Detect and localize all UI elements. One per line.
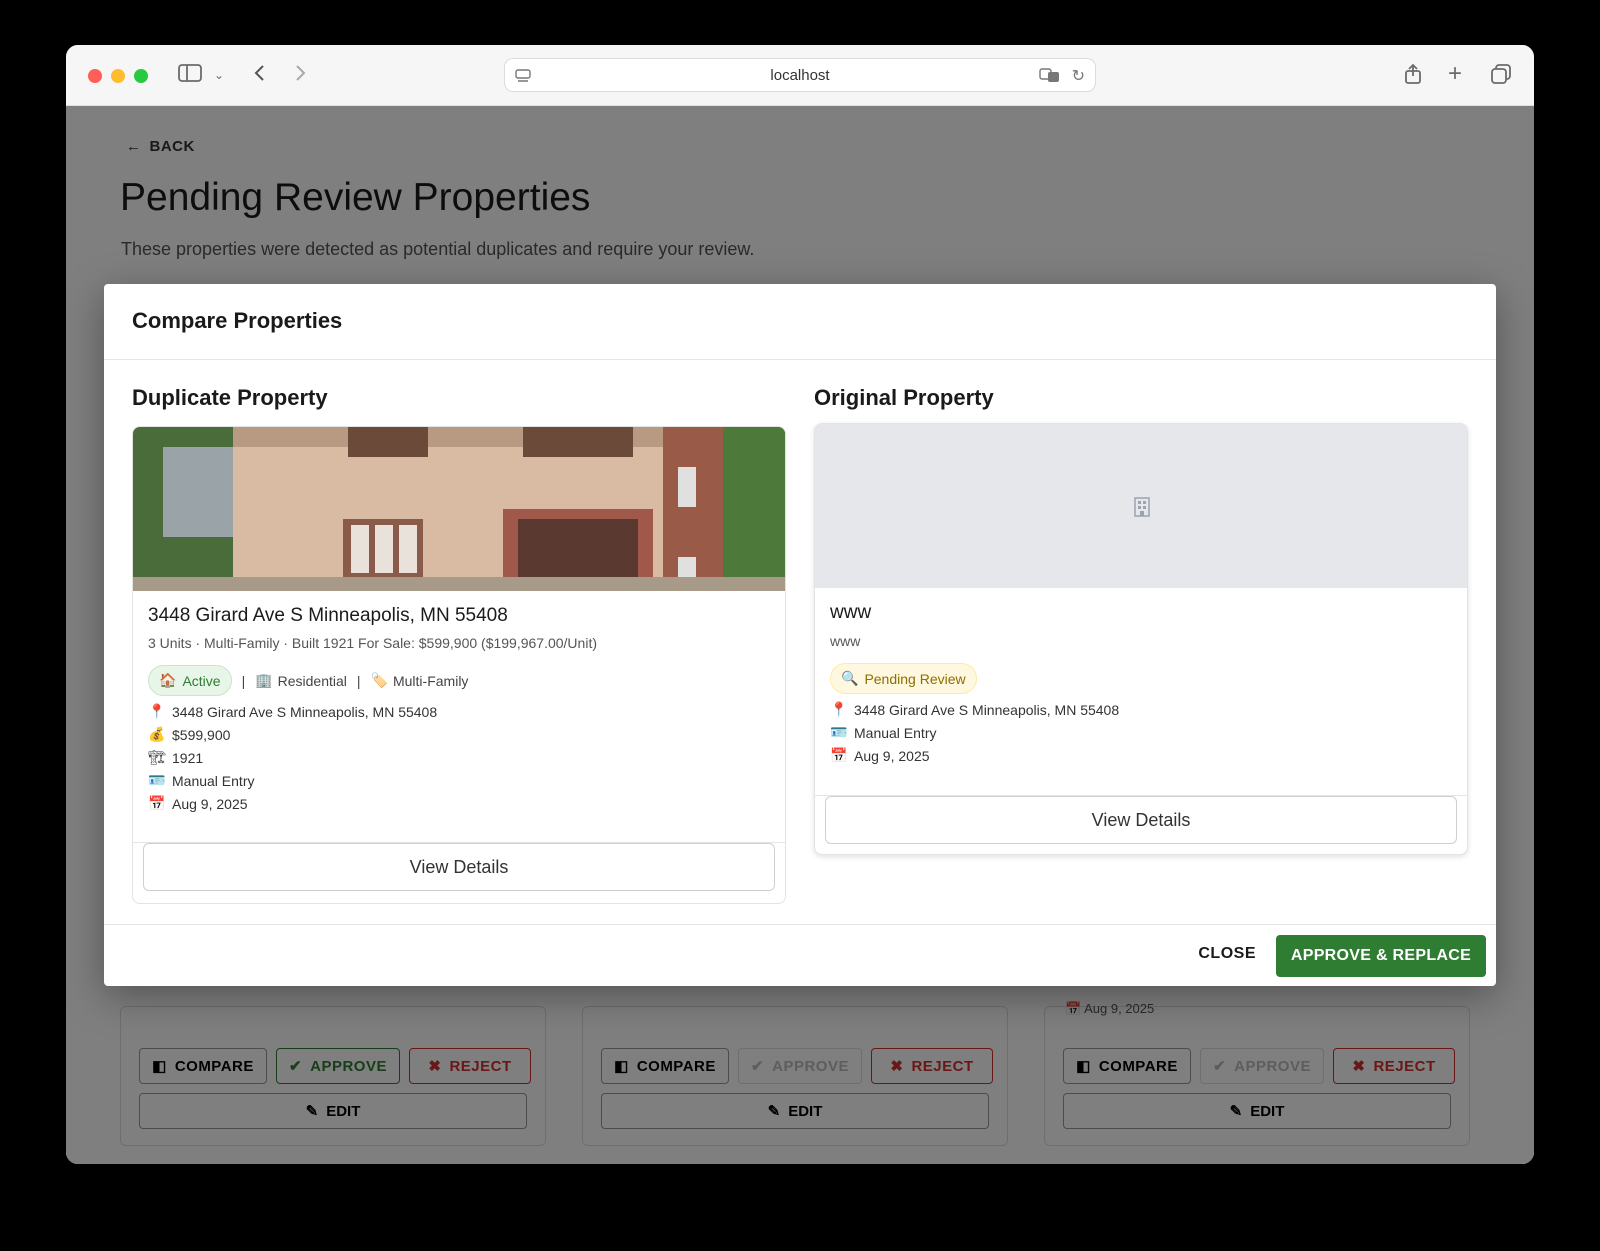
status-label: Pending Review: [864, 670, 966, 687]
property-meta: www: [830, 633, 861, 649]
building-icon: 🏢: [255, 672, 273, 688]
pin-icon: 📍: [830, 701, 848, 717]
address-value: 3448 Girard Ave S Minneapolis, MN 55408: [172, 703, 438, 720]
property-photo: [133, 427, 785, 591]
address-row: 📍 3448 Girard Ave S Minneapolis, MN 55408: [830, 701, 1119, 718]
compare-modal: Compare Properties Duplicate Property 34…: [104, 284, 1496, 986]
view-details-button[interactable]: View Details: [825, 796, 1457, 844]
type-tag: 🏷️ Multi-Family: [371, 672, 469, 689]
modal-header: Compare Properties: [104, 284, 1496, 360]
property-tags: 🔍 Pending Review: [830, 663, 977, 694]
tag-separator: |: [241, 672, 246, 689]
price-row: 💰 $599,900: [148, 726, 230, 743]
date-row: 📅 Aug 9, 2025: [830, 747, 930, 764]
zoom-window-button[interactable]: [134, 69, 148, 83]
property-name: 3448 Girard Ave S Minneapolis, MN 55408: [148, 605, 508, 626]
close-window-button[interactable]: [88, 69, 102, 83]
source-row: 🪪 Manual Entry: [830, 724, 936, 741]
duplicate-property-card: 3448 Girard Ave S Minneapolis, MN 55408 …: [132, 426, 786, 904]
category-label: Residential: [277, 672, 347, 689]
property-meta: 3 Units · Multi-Family · Built 1921 For …: [148, 635, 597, 651]
calendar-icon: 📅: [148, 795, 166, 811]
status-badge: 🏠 Active: [148, 665, 232, 696]
building-placeholder-icon: [1132, 496, 1152, 523]
minimize-window-button[interactable]: [111, 69, 125, 83]
date-row: 📅 Aug 9, 2025: [148, 795, 248, 812]
share-icon[interactable]: [1404, 63, 1422, 91]
type-label: Multi-Family: [392, 672, 469, 689]
close-button[interactable]: CLOSE: [1198, 945, 1256, 963]
status-badge: 🔍 Pending Review: [830, 663, 977, 694]
property-tags: 🏠 Active | 🏢 Residential | 🏷️ Multi-Family: [148, 665, 468, 696]
reload-icon[interactable]: ↻: [1072, 66, 1085, 86]
card-actions: View Details: [815, 795, 1467, 854]
tag-separator: |: [356, 672, 361, 689]
id-card-icon: 🪪: [148, 772, 166, 788]
view-details-button[interactable]: View Details: [143, 843, 775, 891]
original-property-card: www www 🔍 Pending Review 📍 3448 Girard Ave…: [814, 423, 1468, 855]
year-row: 🏗 1921: [148, 749, 203, 766]
money-bag-icon: 💰: [148, 726, 166, 742]
modal-footer: CLOSE APPROVE & REPLACE: [104, 924, 1496, 986]
calendar-icon: 📅: [830, 747, 848, 763]
chevron-down-icon[interactable]: ⌄: [214, 63, 224, 87]
approve-replace-button[interactable]: APPROVE & REPLACE: [1276, 935, 1486, 977]
back-nav-icon[interactable]: [252, 63, 266, 89]
source-row: 🪪 Manual Entry: [148, 772, 254, 789]
modal-title: Compare Properties: [132, 308, 343, 333]
duplicate-heading: Duplicate Property: [132, 385, 328, 410]
url-text: localhost: [770, 67, 830, 84]
address-bar[interactable]: localhost ↻: [504, 58, 1096, 92]
pin-icon: 📍: [148, 703, 166, 719]
date-value: Aug 9, 2025: [172, 795, 248, 812]
browser-titlebar: ⌄ localhost ↻ +: [66, 45, 1534, 106]
status-label: Active: [182, 672, 221, 689]
source-value: Manual Entry: [172, 772, 255, 789]
source-value: Manual Entry: [854, 724, 937, 741]
id-card-icon: 🪪: [830, 724, 848, 740]
original-heading: Original Property: [814, 385, 994, 410]
tab-overview-icon[interactable]: [1490, 63, 1512, 91]
address-value: 3448 Girard Ave S Minneapolis, MN 55408: [854, 701, 1120, 718]
photo-placeholder: [815, 424, 1467, 588]
forward-nav-icon[interactable]: [294, 63, 308, 89]
category-tag: 🏢 Residential: [255, 672, 347, 689]
label-icon: 🏷️: [370, 672, 388, 688]
property-name: www: [830, 602, 872, 623]
price-value: $599,900: [172, 726, 231, 743]
address-row: 📍 3448 Girard Ave S Minneapolis, MN 55408: [148, 703, 437, 720]
card-actions: View Details: [133, 842, 785, 903]
translate-icon[interactable]: [1039, 67, 1061, 88]
construction-icon: 🏗: [148, 749, 166, 765]
year-value: 1921: [172, 749, 204, 766]
sidebar-toggle-icon[interactable]: [178, 63, 202, 89]
house-icon: 🏠: [159, 672, 177, 688]
new-tab-icon[interactable]: +: [1448, 62, 1462, 86]
magnifier-icon: 🔍: [841, 670, 859, 686]
date-value: Aug 9, 2025: [854, 747, 930, 764]
